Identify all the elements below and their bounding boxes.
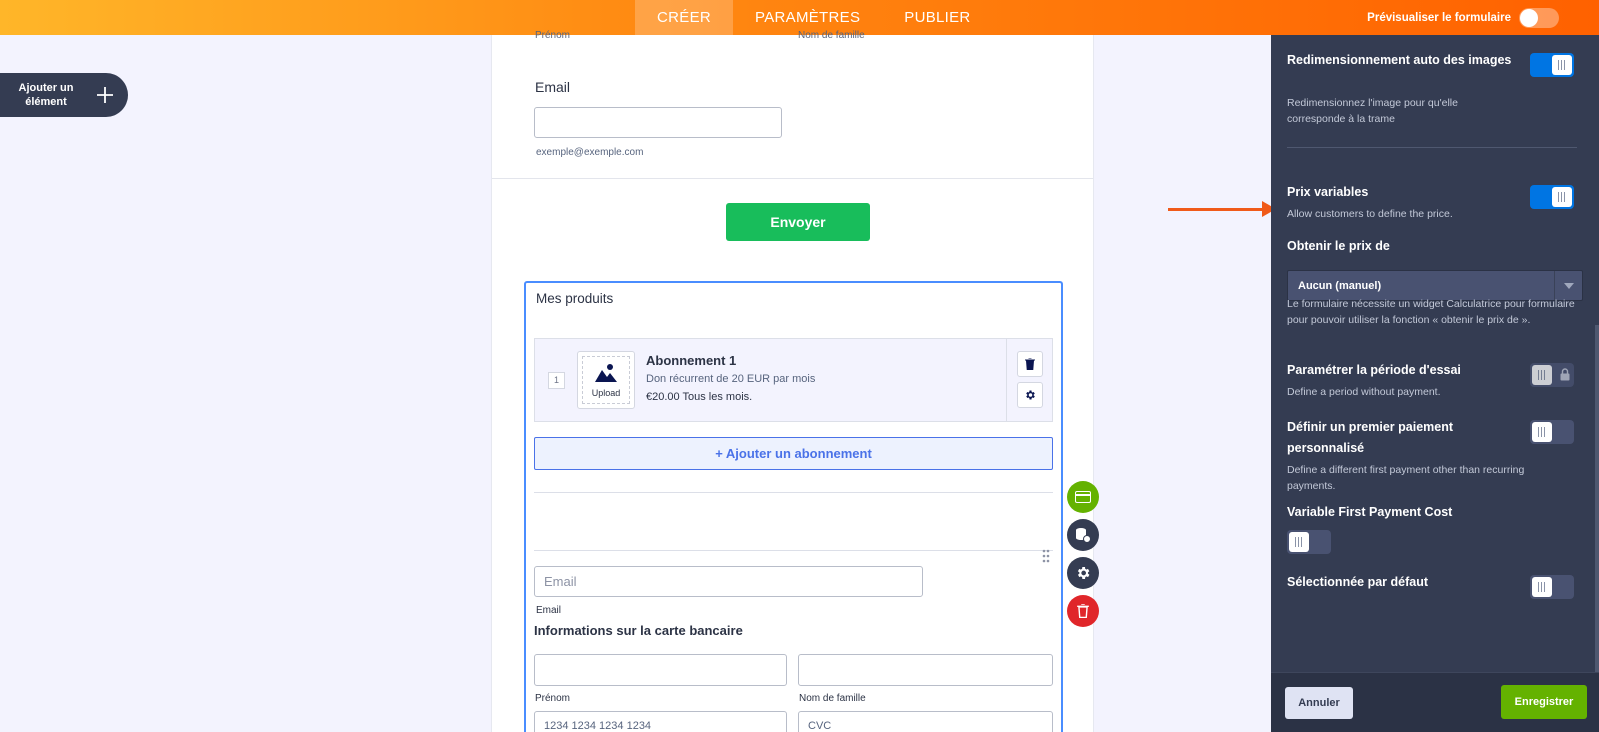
credit-card-icon bbox=[1075, 491, 1091, 503]
database-button[interactable] bbox=[1067, 519, 1099, 551]
prev-last-name-label: Nom de famille bbox=[798, 30, 865, 41]
product-settings-button[interactable] bbox=[1017, 382, 1043, 408]
gear-icon bbox=[1026, 390, 1035, 400]
price-value: €20.00 bbox=[646, 391, 680, 403]
default-selected-toggle[interactable] bbox=[1530, 575, 1574, 599]
cvc-input[interactable]: CVC bbox=[798, 711, 1053, 732]
separator-line bbox=[534, 492, 1053, 493]
first-name-input[interactable] bbox=[534, 654, 787, 686]
card-info-title: Informations sur la carte bancaire bbox=[534, 623, 743, 638]
variable-price-desc: Allow customers to define the price. bbox=[1287, 208, 1453, 220]
trial-period-title: Paramétrer la période d'essai bbox=[1287, 363, 1461, 377]
products-widget[interactable]: Mes produits 1 Upload Abonnement 1 Don r… bbox=[524, 281, 1063, 732]
tab-publier[interactable]: PUBLIER bbox=[882, 0, 992, 35]
database-icon bbox=[1076, 528, 1091, 543]
grip-lines bbox=[1295, 537, 1303, 547]
plus-icon bbox=[97, 87, 113, 103]
price-period: Tous les mois. bbox=[682, 391, 753, 403]
trash-icon bbox=[1025, 358, 1035, 370]
trash-icon bbox=[1077, 604, 1089, 618]
product-price: €20.00 Tous les mois. bbox=[646, 391, 752, 403]
panel-scrollbar[interactable] bbox=[1595, 325, 1599, 695]
variable-first-payment-title: Variable First Payment Cost bbox=[1287, 505, 1453, 519]
quantity-badge: 1 bbox=[548, 372, 565, 389]
add-subscription-button[interactable]: + Ajouter un abonnement bbox=[534, 437, 1053, 470]
annotation-arrow bbox=[1168, 201, 1276, 217]
save-button[interactable]: Enregistrer bbox=[1501, 685, 1587, 719]
upload-dropzone: Upload bbox=[582, 356, 630, 404]
email-field-label: Email bbox=[535, 79, 571, 95]
delete-field-button[interactable] bbox=[1067, 595, 1099, 627]
grip-lines bbox=[1538, 427, 1546, 437]
variable-first-payment-toggle[interactable] bbox=[1287, 530, 1331, 554]
trial-period-desc: Define a period without payment. bbox=[1287, 386, 1441, 398]
variable-price-title: Prix variables bbox=[1287, 185, 1369, 199]
grip-lines bbox=[1558, 192, 1566, 202]
variable-price-toggle[interactable] bbox=[1530, 185, 1574, 209]
upload-label: Upload bbox=[591, 388, 621, 398]
tab-creer[interactable]: CRÉER bbox=[635, 0, 734, 35]
grip-lines bbox=[1538, 370, 1546, 380]
default-selected-title: Sélectionnée par défaut bbox=[1287, 575, 1429, 589]
toggle-knob bbox=[1552, 187, 1572, 207]
product-description: Don récurrent de 20 EUR par mois bbox=[646, 373, 816, 385]
auto-resize-title: Redimensionnement auto des images bbox=[1287, 53, 1512, 67]
card-email-sublabel: Email bbox=[536, 605, 562, 616]
toggle-knob bbox=[1532, 422, 1552, 442]
first-name-label: Prénom bbox=[535, 693, 571, 704]
first-payment-toggle[interactable] bbox=[1530, 420, 1574, 444]
toggle-knob bbox=[1520, 8, 1538, 27]
get-price-title: Obtenir le prix de bbox=[1287, 239, 1390, 253]
auto-resize-desc: Redimensionnez l'image pour qu'elle corr… bbox=[1287, 97, 1458, 125]
image-icon bbox=[595, 364, 617, 382]
add-element-label: Ajouter un élément bbox=[18, 82, 74, 108]
product-name: Abonnement 1 bbox=[646, 353, 737, 368]
toggle-knob bbox=[1532, 365, 1552, 385]
payment-button[interactable] bbox=[1067, 481, 1099, 513]
panel-footer: Annuler Enregistrer bbox=[1271, 672, 1599, 732]
preview-toggle[interactable] bbox=[1519, 7, 1559, 28]
card-number-text: 1234 1234 1234 1234 bbox=[544, 720, 652, 732]
gear-icon bbox=[1077, 567, 1090, 579]
products-title: Mes produits bbox=[536, 291, 614, 306]
card-number-input[interactable]: 1234 1234 1234 1234 bbox=[534, 711, 787, 732]
upload-image-button[interactable]: Upload bbox=[577, 351, 635, 409]
last-name-label: Nom de famille bbox=[799, 693, 866, 704]
product-actions bbox=[1006, 339, 1052, 421]
email-hint: exemple@exemple.com bbox=[536, 147, 644, 158]
trial-period-toggle[interactable] bbox=[1530, 363, 1574, 387]
field-settings-button[interactable] bbox=[1067, 557, 1099, 589]
toggle-knob bbox=[1552, 55, 1572, 75]
grip-lines bbox=[1558, 60, 1566, 70]
cancel-button[interactable]: Annuler bbox=[1285, 687, 1353, 719]
preview-form: Prévisualiser le formulaire bbox=[1367, 0, 1559, 35]
grip-lines bbox=[1538, 582, 1546, 592]
last-name-input[interactable] bbox=[798, 654, 1053, 686]
preview-label: Prévisualiser le formulaire bbox=[1367, 11, 1511, 24]
email-input[interactable] bbox=[534, 107, 782, 138]
add-element-button[interactable]: Ajouter un élément bbox=[0, 73, 128, 117]
submit-button[interactable]: Envoyer bbox=[726, 203, 870, 241]
prev-first-name-label: Prénom bbox=[535, 30, 571, 41]
delete-product-button[interactable] bbox=[1017, 351, 1043, 377]
caret-shape bbox=[1563, 282, 1574, 289]
card-email-input[interactable]: Email bbox=[534, 566, 923, 597]
lock-icon bbox=[1560, 368, 1570, 381]
get-price-desc: Le formulaire nécessite un widget Calcul… bbox=[1287, 298, 1575, 326]
toggle-knob bbox=[1289, 532, 1309, 552]
cvc-text: CVC bbox=[808, 720, 832, 732]
section-divider bbox=[1287, 147, 1577, 148]
auto-resize-toggle[interactable] bbox=[1530, 53, 1574, 77]
properties-panel: Redimensionnement auto des images Redime… bbox=[1271, 35, 1599, 732]
separator-line bbox=[534, 550, 1053, 551]
drag-handle-icon[interactable] bbox=[1042, 549, 1050, 563]
toggle-knob bbox=[1532, 577, 1552, 597]
divider bbox=[492, 178, 1093, 179]
first-payment-title: Définir un premier paiement personnalisé bbox=[1287, 420, 1454, 455]
first-payment-desc: Define a different first payment other t… bbox=[1287, 464, 1525, 492]
product-item[interactable]: 1 Upload Abonnement 1 Don récurrent de 2… bbox=[534, 338, 1053, 422]
form-canvas: Prénom Nom de famille Email exemple@exem… bbox=[491, 30, 1094, 732]
